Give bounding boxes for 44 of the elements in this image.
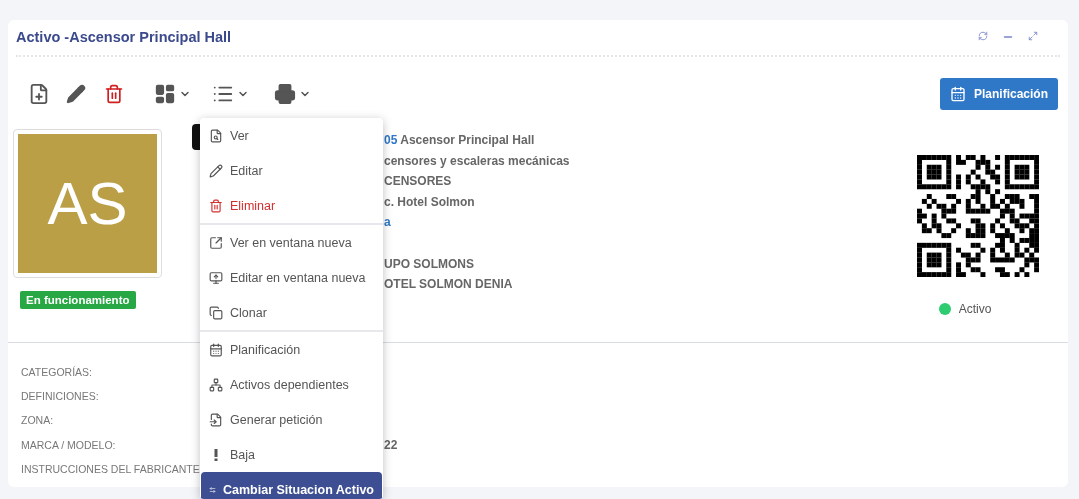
status-label: Activo (958, 302, 992, 316)
menu-item[interactable]: Eliminar (201, 188, 382, 223)
menu-item[interactable]: Generar petición (201, 402, 382, 437)
detail-text: OTEL SOLMON DENIA (384, 276, 514, 293)
hierarchy-icon (209, 377, 223, 392)
menu-item[interactable]: Baja (201, 437, 382, 472)
status-badge: En funcionamiento (20, 291, 136, 309)
menu-item[interactable]: Activos dependientes (201, 367, 382, 402)
file-input-icon (209, 412, 223, 427)
panel-title: Activo -Ascensor Principal Hall (16, 29, 232, 45)
layout-icon (154, 83, 176, 105)
field-label: DEFINICIONES: (21, 390, 99, 403)
menu-item[interactable]: Cambiar Situacion Activo (201, 472, 382, 499)
detail-text: CENSORES (384, 173, 453, 190)
menu-item[interactable]: Ver (201, 118, 382, 153)
detail-text: c. Hotel Solmon (384, 193, 476, 211)
file-plus-icon (28, 83, 50, 105)
calendar-icon (949, 86, 966, 102)
menu-item[interactable]: Editar en ventana nueva (201, 260, 382, 295)
pencil-icon (66, 84, 86, 104)
menu-item[interactable]: Editar (201, 153, 382, 188)
field-label: ZONA: (21, 414, 54, 427)
trash-icon (104, 84, 124, 104)
detail-text: censores y escaleras mecánicas (384, 152, 571, 170)
field-label: INSTRUCCIONES DEL FABRICANTE: (21, 462, 203, 475)
planning-button[interactable]: Planificación (939, 78, 1058, 110)
avatar: AS (14, 130, 161, 277)
calendar-icon (209, 342, 223, 357)
expand-icon[interactable] (1028, 31, 1038, 41)
field-label: MARCA / MODELO: (21, 438, 116, 451)
menu-item[interactable]: Ver en ventana nueva (201, 225, 382, 260)
search-file-icon (209, 128, 223, 143)
menu-item[interactable]: Clonar (201, 295, 382, 330)
pencil-icon (209, 163, 223, 178)
detail-text: UPO SOLMONS (384, 255, 475, 273)
menu-item[interactable]: Planificación (201, 332, 382, 367)
trash-icon (209, 198, 223, 213)
detail-text: a (384, 214, 392, 231)
copy-icon (209, 305, 223, 320)
external-window-icon (209, 235, 223, 250)
field-label: CATEGORÍAS: (21, 366, 92, 379)
monitor-upload-icon (209, 270, 223, 285)
detail-text: 05 Ascensor Principal Hall (384, 132, 536, 149)
field-value: 22 (384, 437, 399, 452)
